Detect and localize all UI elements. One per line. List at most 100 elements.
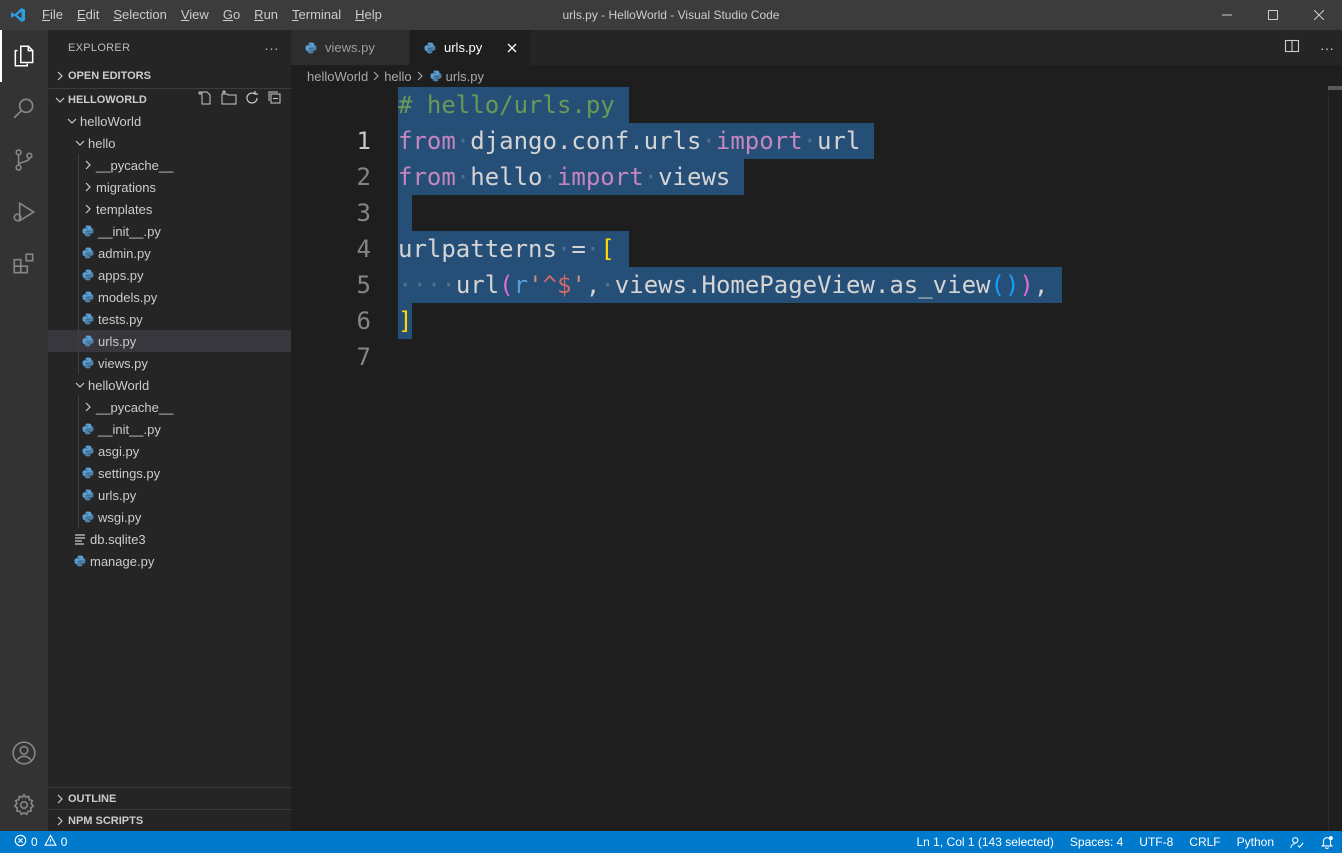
tree-file-asgi[interactable]: asgi.py — [48, 440, 291, 462]
vscode-logo-icon[interactable] — [0, 0, 35, 30]
problems-indicator[interactable]: 0 0 — [0, 834, 67, 850]
tree-folder-pycache[interactable]: __pycache__ — [48, 154, 291, 176]
tree-file-views[interactable]: views.py — [48, 352, 291, 374]
code-token: ^$ — [542, 271, 572, 299]
code-token: ) — [1019, 271, 1034, 299]
close-tab-icon[interactable] — [504, 40, 520, 56]
menu-edit[interactable]: Edit — [70, 0, 106, 30]
workspace-section[interactable]: HELLOWORLD — [48, 88, 291, 110]
python-file-icon — [80, 462, 96, 484]
split-editor-icon[interactable] — [1284, 38, 1300, 57]
minimize-icon[interactable] — [1204, 0, 1250, 30]
tree-label: settings.py — [98, 465, 161, 481]
more-actions-icon[interactable]: ··· — [1320, 40, 1334, 56]
code-token: ( — [990, 271, 1005, 299]
chevron-right-icon — [80, 198, 96, 220]
editor-area: views.py urls.py ··· helloWorld hello ur… — [291, 30, 1342, 831]
tree-file-init-2[interactable]: __init__.py — [48, 418, 291, 440]
settings-gear-icon[interactable] — [0, 779, 48, 831]
extensions-icon[interactable] — [0, 238, 48, 290]
code-token: , — [1033, 271, 1049, 299]
breadcrumb-item[interactable]: urls.py — [446, 69, 484, 84]
menu-view[interactable]: View — [174, 0, 216, 30]
chevron-right-icon — [80, 154, 96, 176]
menu-run[interactable]: Run — [247, 0, 285, 30]
code-token: hello — [470, 163, 543, 191]
feedback-icon[interactable] — [1282, 831, 1312, 853]
tree-file-apps[interactable]: apps.py — [48, 264, 291, 286]
menu-go[interactable]: Go — [216, 0, 247, 30]
activity-bar — [0, 30, 48, 831]
search-icon[interactable] — [0, 82, 48, 134]
tree-file-admin[interactable]: admin.py — [48, 242, 291, 264]
refresh-icon[interactable] — [244, 90, 260, 109]
code-editor[interactable]: 1 # hello/urls.py 2 from·django.conf.url… — [291, 87, 1342, 371]
python-file-icon — [303, 37, 319, 59]
collapse-all-icon[interactable] — [267, 90, 283, 109]
python-file-icon — [80, 242, 96, 264]
npm-scripts-section[interactable]: NPM SCRIPTS — [48, 809, 291, 831]
tree-label: hello — [88, 135, 116, 151]
new-folder-icon[interactable] — [221, 90, 237, 109]
encoding[interactable]: UTF-8 — [1131, 831, 1181, 853]
breadcrumb-item[interactable]: hello — [384, 69, 411, 84]
end-of-line[interactable]: CRLF — [1181, 831, 1228, 853]
tree-file-init[interactable]: __init__.py — [48, 220, 291, 242]
tree-file-hello-urls[interactable]: urls.py — [48, 330, 291, 352]
tab-views-py[interactable]: views.py — [291, 30, 410, 65]
tree-file-tests[interactable]: tests.py — [48, 308, 291, 330]
chevron-down-icon — [64, 110, 80, 132]
chevron-right-icon — [52, 794, 68, 804]
menu-file[interactable]: File — [35, 0, 70, 30]
source-control-icon[interactable] — [0, 134, 48, 186]
more-actions-icon[interactable]: ··· — [264, 40, 279, 56]
outline-label: OUTLINE — [68, 792, 117, 805]
tree-file-wsgi[interactable]: wsgi.py — [48, 506, 291, 528]
maximize-icon[interactable] — [1250, 0, 1296, 30]
close-window-icon[interactable] — [1296, 0, 1342, 30]
code-token: views.HomePageView.as_view — [614, 271, 991, 299]
tree-label: urls.py — [98, 333, 137, 349]
indentation[interactable]: Spaces: 4 — [1062, 831, 1131, 853]
run-debug-icon[interactable] — [0, 186, 48, 238]
accounts-icon[interactable] — [0, 727, 48, 779]
tree-file-pkg-urls[interactable]: urls.py — [48, 484, 291, 506]
tree-label: migrations — [96, 179, 156, 195]
outline-section[interactable]: OUTLINE — [48, 787, 291, 809]
scrollbar-cursor-marker — [1328, 86, 1342, 90]
tree-label: tests.py — [98, 311, 143, 327]
open-editors-section[interactable]: OPEN EDITORS — [48, 65, 291, 87]
menu-bar: File Edit Selection View Go Run Terminal… — [35, 0, 389, 30]
file-lines-icon — [72, 528, 88, 550]
tree-file-db[interactable]: db.sqlite3 — [48, 528, 291, 550]
explorer-icon[interactable] — [0, 30, 48, 82]
tree-file-manage[interactable]: manage.py — [48, 550, 291, 572]
tree-file-settings[interactable]: settings.py — [48, 462, 291, 484]
code-indent: ··· — [398, 271, 442, 299]
menu-selection[interactable]: Selection — [106, 0, 173, 30]
code-token: urlpatterns — [398, 235, 557, 263]
code-token: import — [715, 127, 803, 155]
tree-folder-pycache-2[interactable]: __pycache__ — [48, 396, 291, 418]
tree-folder-helloWorld-pkg[interactable]: helloWorld — [48, 374, 291, 396]
tree-folder-hello[interactable]: hello — [48, 132, 291, 154]
code-token: , — [585, 271, 601, 299]
line-number: 7 — [356, 343, 371, 371]
breadcrumb-item[interactable]: helloWorld — [307, 69, 368, 84]
tree-folder-templates[interactable]: templates — [48, 198, 291, 220]
tab-urls-py[interactable]: urls.py — [410, 30, 531, 65]
menu-help[interactable]: Help — [348, 0, 389, 30]
chevron-down-icon — [72, 132, 88, 154]
notifications-bell-icon[interactable] — [1312, 831, 1342, 853]
language-mode[interactable]: Python — [1229, 831, 1282, 853]
editor-tabs: views.py urls.py ··· — [291, 30, 1342, 65]
cursor-position[interactable]: Ln 1, Col 1 (143 selected) — [909, 831, 1062, 853]
vertical-scrollbar[interactable] — [1328, 87, 1342, 831]
tree-folder-migrations[interactable]: migrations — [48, 176, 291, 198]
new-file-icon[interactable] — [198, 90, 214, 109]
tree-file-models[interactable]: models.py — [48, 286, 291, 308]
tree-folder-helloWorld-root[interactable]: helloWorld — [48, 110, 291, 132]
tree-label: asgi.py — [98, 443, 140, 459]
menu-terminal[interactable]: Terminal — [285, 0, 348, 30]
tree-label: templates — [96, 201, 153, 217]
